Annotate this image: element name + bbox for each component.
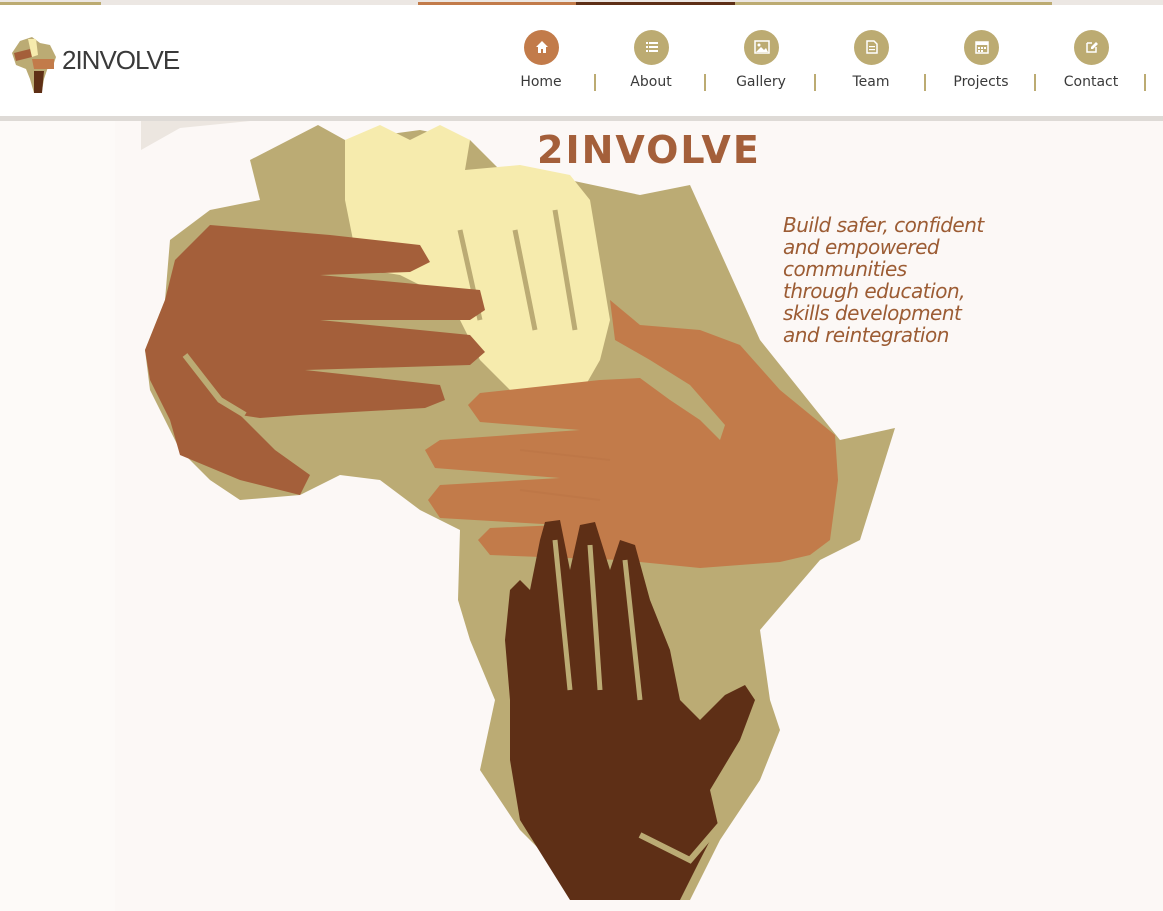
tagline-line: communities (783, 257, 907, 281)
tagline-line: skills development (783, 301, 962, 325)
tagline-line: through education, (783, 279, 965, 303)
tagline-line: Build safer, confident (783, 213, 984, 237)
hero-tagline: Build safer, confident and empowered com… (783, 214, 1033, 346)
tagline-line: and reintegration (783, 323, 949, 347)
hero-title: 2INVOLVE (537, 128, 761, 172)
tagline-line: and empowered (783, 235, 940, 259)
